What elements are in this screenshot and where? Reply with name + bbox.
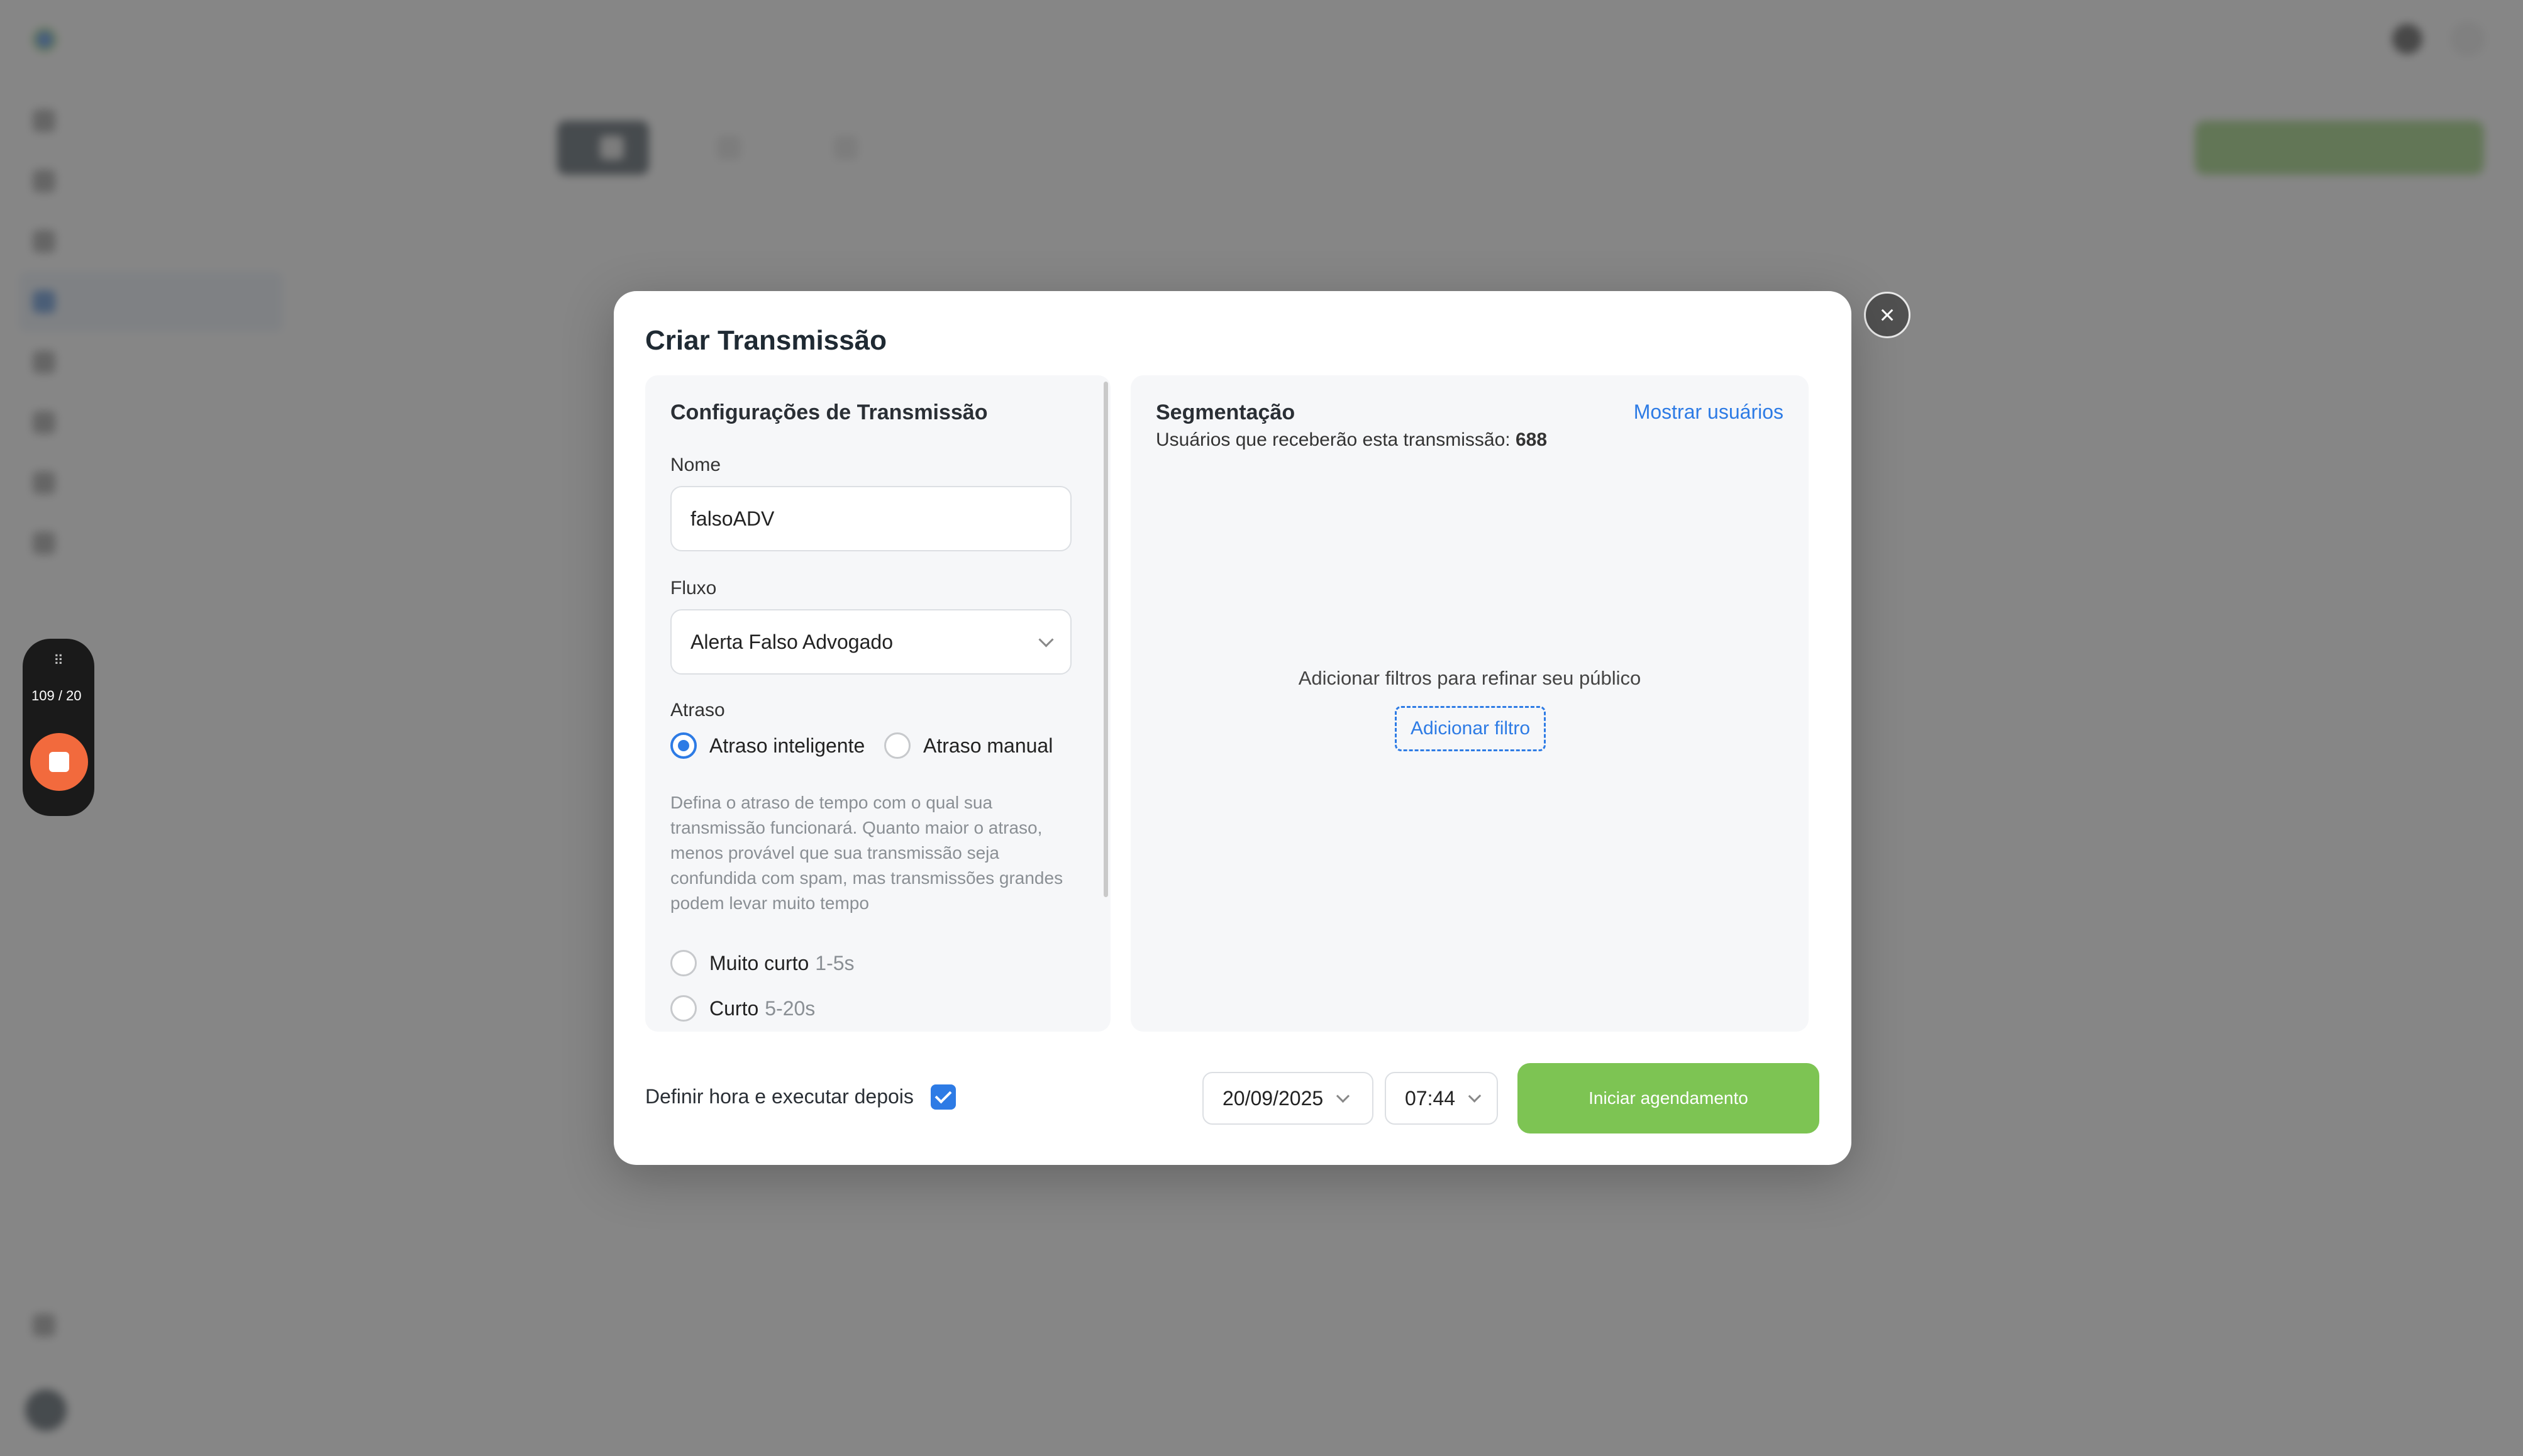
chevron-down-icon — [1038, 631, 1054, 648]
stop-recording-button[interactable] — [30, 733, 88, 791]
flow-select[interactable]: Alerta Falso Advogado — [670, 609, 1072, 675]
chevron-down-icon — [1468, 1089, 1482, 1103]
name-input[interactable] — [670, 486, 1072, 551]
settings-heading: Configurações de Transmissão — [670, 400, 988, 424]
date-picker[interactable]: 20/09/2025 — [1202, 1072, 1373, 1125]
speed-short-option[interactable]: Curto 5-20s — [670, 995, 815, 1022]
close-modal-button[interactable]: × — [1864, 292, 1910, 338]
segmentation-panel: Segmentação Mostrar usuários Usuários qu… — [1131, 375, 1809, 1032]
delay-label: Atraso — [670, 700, 725, 720]
recorder-counter: 109 / 20 — [31, 688, 82, 703]
delay-smart-option[interactable]: Atraso inteligente — [670, 732, 865, 759]
scrollbar[interactable] — [1104, 382, 1108, 897]
create-broadcast-modal: Criar Transmissão Configurações de Trans… — [614, 291, 1851, 1165]
recorder-widget[interactable]: ⠿ 109 / 20 — [23, 639, 94, 816]
broadcast-settings-panel: Configurações de Transmissão Nome Fluxo … — [645, 375, 1111, 1032]
time-picker[interactable]: 07:44 — [1385, 1072, 1498, 1125]
radio-unselected[interactable] — [670, 995, 697, 1022]
name-label: Nome — [670, 455, 721, 475]
stop-icon — [49, 752, 69, 772]
delay-manual-option[interactable]: Atraso manual — [884, 732, 1053, 759]
empty-filters-message: Adicionar filtros para refinar seu públi… — [1298, 667, 1641, 689]
radio-unselected[interactable] — [884, 732, 911, 759]
recipients-count: Usuários que receberão esta transmissão:… — [1156, 429, 1548, 450]
segmentation-heading: Segmentação — [1156, 400, 1295, 424]
add-filter-button[interactable]: Adicionar filtro — [1395, 706, 1546, 751]
close-icon: × — [1879, 300, 1895, 329]
schedule-checkbox[interactable] — [931, 1084, 956, 1110]
check-icon — [934, 1086, 952, 1104]
schedule-label: Definir hora e executar depois — [645, 1085, 914, 1108]
chevron-down-icon — [1336, 1089, 1350, 1103]
speed-very-short-option[interactable]: Muito curto 1-5s — [670, 950, 855, 976]
drag-handle-icon[interactable]: ⠿ — [23, 653, 94, 669]
show-users-link[interactable]: Mostrar usuários — [1634, 400, 1783, 424]
delay-help-text: Defina o atraso de tempo com o qual sua … — [670, 793, 1063, 913]
radio-unselected[interactable] — [670, 950, 697, 976]
radio-selected[interactable] — [670, 732, 697, 759]
start-schedule-button[interactable]: Iniciar agendamento — [1517, 1063, 1819, 1133]
flow-label: Fluxo — [670, 578, 717, 598]
modal-title: Criar Transmissão — [645, 325, 887, 356]
